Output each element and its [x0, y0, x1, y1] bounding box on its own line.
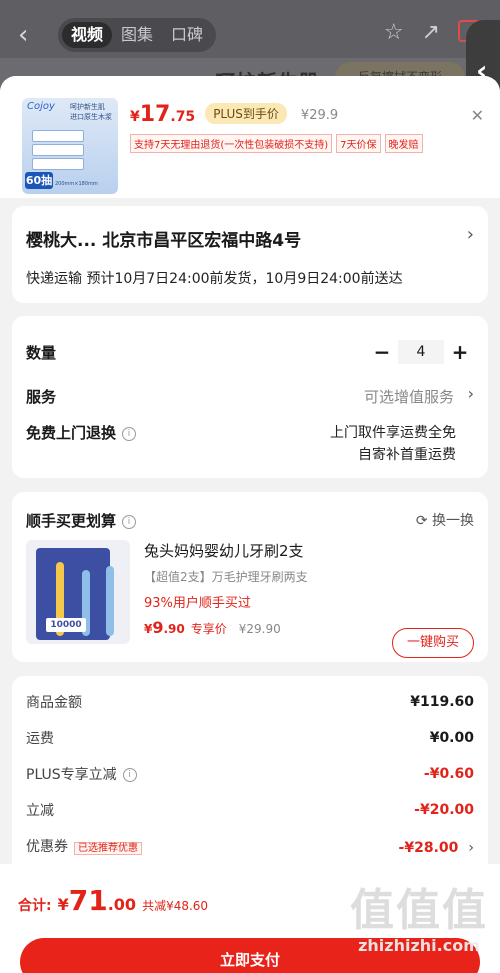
product-thumbnail[interactable]: Cojoy 呵护新生肌 进口原生木浆 60抽 200mm×180mm — [22, 98, 118, 194]
late-ship-tag: 晚发赔 — [384, 134, 423, 153]
product-line-2: 进口原生木浆 — [70, 113, 112, 121]
summary-label: 运费 — [26, 731, 54, 747]
plus-price-tag: PLUS到手价 — [205, 103, 287, 124]
summary-label-row: PLUS专享立减 i — [26, 764, 137, 784]
watermark: 值值值 zhizhizhi.com — [350, 885, 488, 956]
swap-button[interactable]: ⟳ 换一换 — [416, 510, 474, 530]
service-value[interactable]: 可选增值服务 — [364, 386, 454, 407]
swap-label: 换一换 — [432, 513, 474, 529]
bristle-count-tag: 10000 — [46, 618, 86, 632]
coupon-row[interactable]: 优惠券 已选推荐优惠 -¥28.00 › — [26, 836, 474, 856]
tab-video[interactable]: 视频 — [62, 22, 112, 48]
price-protect-tag: 7天价保 — [336, 134, 381, 153]
checkout-sheet: Cojoy 呵护新生肌 进口原生木浆 60抽 200mm×180mm ¥ 17 … — [0, 76, 500, 973]
summary-value: -¥28.00 — [398, 839, 459, 856]
options-card: 数量 − 4 + 服务 可选增值服务 › 免费上门退换 i 上门取件享运费全免 自… — [12, 316, 488, 478]
total-integer: 71 — [68, 884, 108, 917]
recommendation-percent: 93%用户顺手买过 — [144, 596, 251, 611]
increase-button[interactable]: + — [450, 340, 470, 364]
product-line-1: 呵护新生肌 — [70, 103, 105, 111]
original-price: ¥29.9 — [300, 108, 339, 123]
summary-row: PLUS专享立减 i -¥0.60 — [26, 764, 474, 784]
watermark-logo: 值值值 — [350, 885, 488, 936]
quantity-label: 数量 — [26, 344, 57, 362]
package-shape — [32, 130, 84, 142]
chevron-right-icon: › — [466, 224, 474, 245]
package-shape — [32, 144, 84, 156]
return-desc-line-1: 上门取件享运费全免 — [330, 425, 456, 441]
summary-row: 运费 ¥0.00 — [26, 728, 474, 748]
info-icon[interactable]: i — [122, 427, 137, 441]
refresh-icon: ⟳ — [415, 513, 432, 529]
package-shape — [32, 158, 84, 170]
info-icon[interactable]: i — [122, 515, 137, 529]
star-icon[interactable]: ☆ — [384, 20, 404, 45]
shipping-estimate: 快递运输 预计10月7日24:00前发货，10月9日24:00前送达 — [26, 271, 403, 287]
recommendation-card: 顺手买更划算 i ⟳ 换一换 10000 兔头妈妈婴幼儿牙刷2支 【超值2支】万毛… — [12, 492, 488, 662]
summary-value: -¥20.00 — [414, 802, 474, 818]
summary-value: ¥0.00 — [429, 730, 474, 746]
return-desc-line-2: 自寄补首重运费 — [358, 447, 456, 463]
decrease-button[interactable]: − — [372, 340, 392, 364]
delivery-address: 樱桃大... 北京市昌平区宏福中路4号 — [26, 231, 302, 251]
coupon-value-row: -¥28.00 › — [399, 837, 474, 856]
recommendation-title-text: 顺手买更划算 — [26, 512, 117, 530]
summary-value: ¥119.60 — [410, 694, 474, 710]
quantity-value[interactable]: 4 — [398, 340, 444, 364]
coupon-label-row: 优惠券 已选推荐优惠 — [26, 836, 142, 856]
product-brand: Cojoy — [27, 101, 55, 112]
share-icon[interactable]: ↗ — [422, 20, 440, 45]
count-badge: 60抽 — [25, 172, 53, 189]
back-arrow-icon[interactable]: ‹ — [18, 20, 28, 50]
recommendation-subtitle: 【超值2支】万毛护理牙刷两支 — [144, 570, 308, 584]
price-decimal: .75 — [170, 109, 196, 125]
rec-price-symbol: ¥ — [144, 622, 153, 636]
recommendation-name[interactable]: 兔头妈妈婴幼儿牙刷2支 — [144, 540, 304, 561]
recommendation-title: 顺手买更划算 i — [26, 510, 137, 531]
service-label: 服务 — [26, 388, 57, 406]
product-header: Cojoy 呵护新生肌 进口原生木浆 60抽 200mm×180mm ¥ 17 … — [0, 76, 500, 198]
watermark-url: zhizhizhi.com — [358, 936, 480, 955]
tab-gallery[interactable]: 图集 — [112, 22, 162, 48]
summary-label: 商品金额 — [26, 695, 82, 711]
recommendation-price: ¥ 9 .90 专享价 ¥29.90 — [144, 618, 281, 637]
summary-value: -¥0.60 — [423, 766, 474, 782]
one-click-buy-button[interactable]: 一键购买 — [392, 628, 474, 658]
address-card[interactable]: 樱桃大... 北京市昌平区宏福中路4号 › 快递运输 预计10月7日24:00前… — [12, 206, 488, 303]
return-policy-tag: 支持7天无理由退货(一次性包装破损不支持) — [130, 134, 333, 153]
total-symbol: ¥ — [57, 895, 69, 914]
rec-original-price: ¥29.90 — [238, 622, 281, 636]
recommendation-image[interactable]: 10000 — [26, 540, 130, 644]
summary-label: 立减 — [26, 803, 54, 819]
rec-price-integer: 9 — [152, 618, 164, 637]
product-footnote: 200mm×180mm — [55, 181, 98, 187]
chevron-right-icon: › — [468, 839, 474, 856]
summary-label: PLUS专享立减 — [26, 767, 117, 783]
return-description: 上门取件享运费全免 自寄补首重运费 — [330, 422, 456, 466]
total-label: 合计: — [18, 898, 52, 914]
rec-price-decimal: .90 — [163, 622, 185, 636]
price-row: ¥ 17 .75 PLUS到手价 ¥29.9 — [130, 102, 338, 127]
tab-reviews[interactable]: 口碑 — [162, 22, 212, 48]
price-summary-card: 商品金额 ¥119.60 运费 ¥0.00 PLUS专享立减 i -¥0.60 立… — [12, 676, 488, 878]
total-saved: 共减¥48.60 — [142, 899, 209, 913]
total-amount: 合计: ¥ 71 .00 共减¥48.60 — [18, 884, 208, 917]
chevron-right-icon[interactable]: › — [468, 384, 474, 403]
close-icon[interactable]: ✕ — [471, 106, 484, 125]
summary-row: 商品金额 ¥119.60 — [26, 692, 474, 712]
coupon-tag: 已选推荐优惠 — [74, 842, 142, 855]
toothbrush-shape — [106, 566, 114, 636]
price-symbol: ¥ — [130, 109, 140, 125]
summary-row: 立减 -¥20.00 — [26, 800, 474, 820]
service-tags: 支持7天无理由退货(一次性包装破损不支持) 7天价保 晚发赔 — [130, 134, 423, 153]
price-integer: 17 — [139, 102, 171, 127]
media-tabs: 视频 图集 口碑 — [58, 18, 216, 52]
free-return-label: 免费上门退换 — [26, 424, 117, 442]
quantity-stepper: − 4 + — [372, 340, 470, 364]
info-icon[interactable]: i — [122, 768, 137, 782]
rec-price-label: 专享价 — [190, 622, 227, 636]
summary-label: 优惠券 — [26, 839, 68, 855]
total-decimal: .00 — [107, 895, 137, 914]
free-return-row: 免费上门退换 i — [26, 422, 137, 443]
